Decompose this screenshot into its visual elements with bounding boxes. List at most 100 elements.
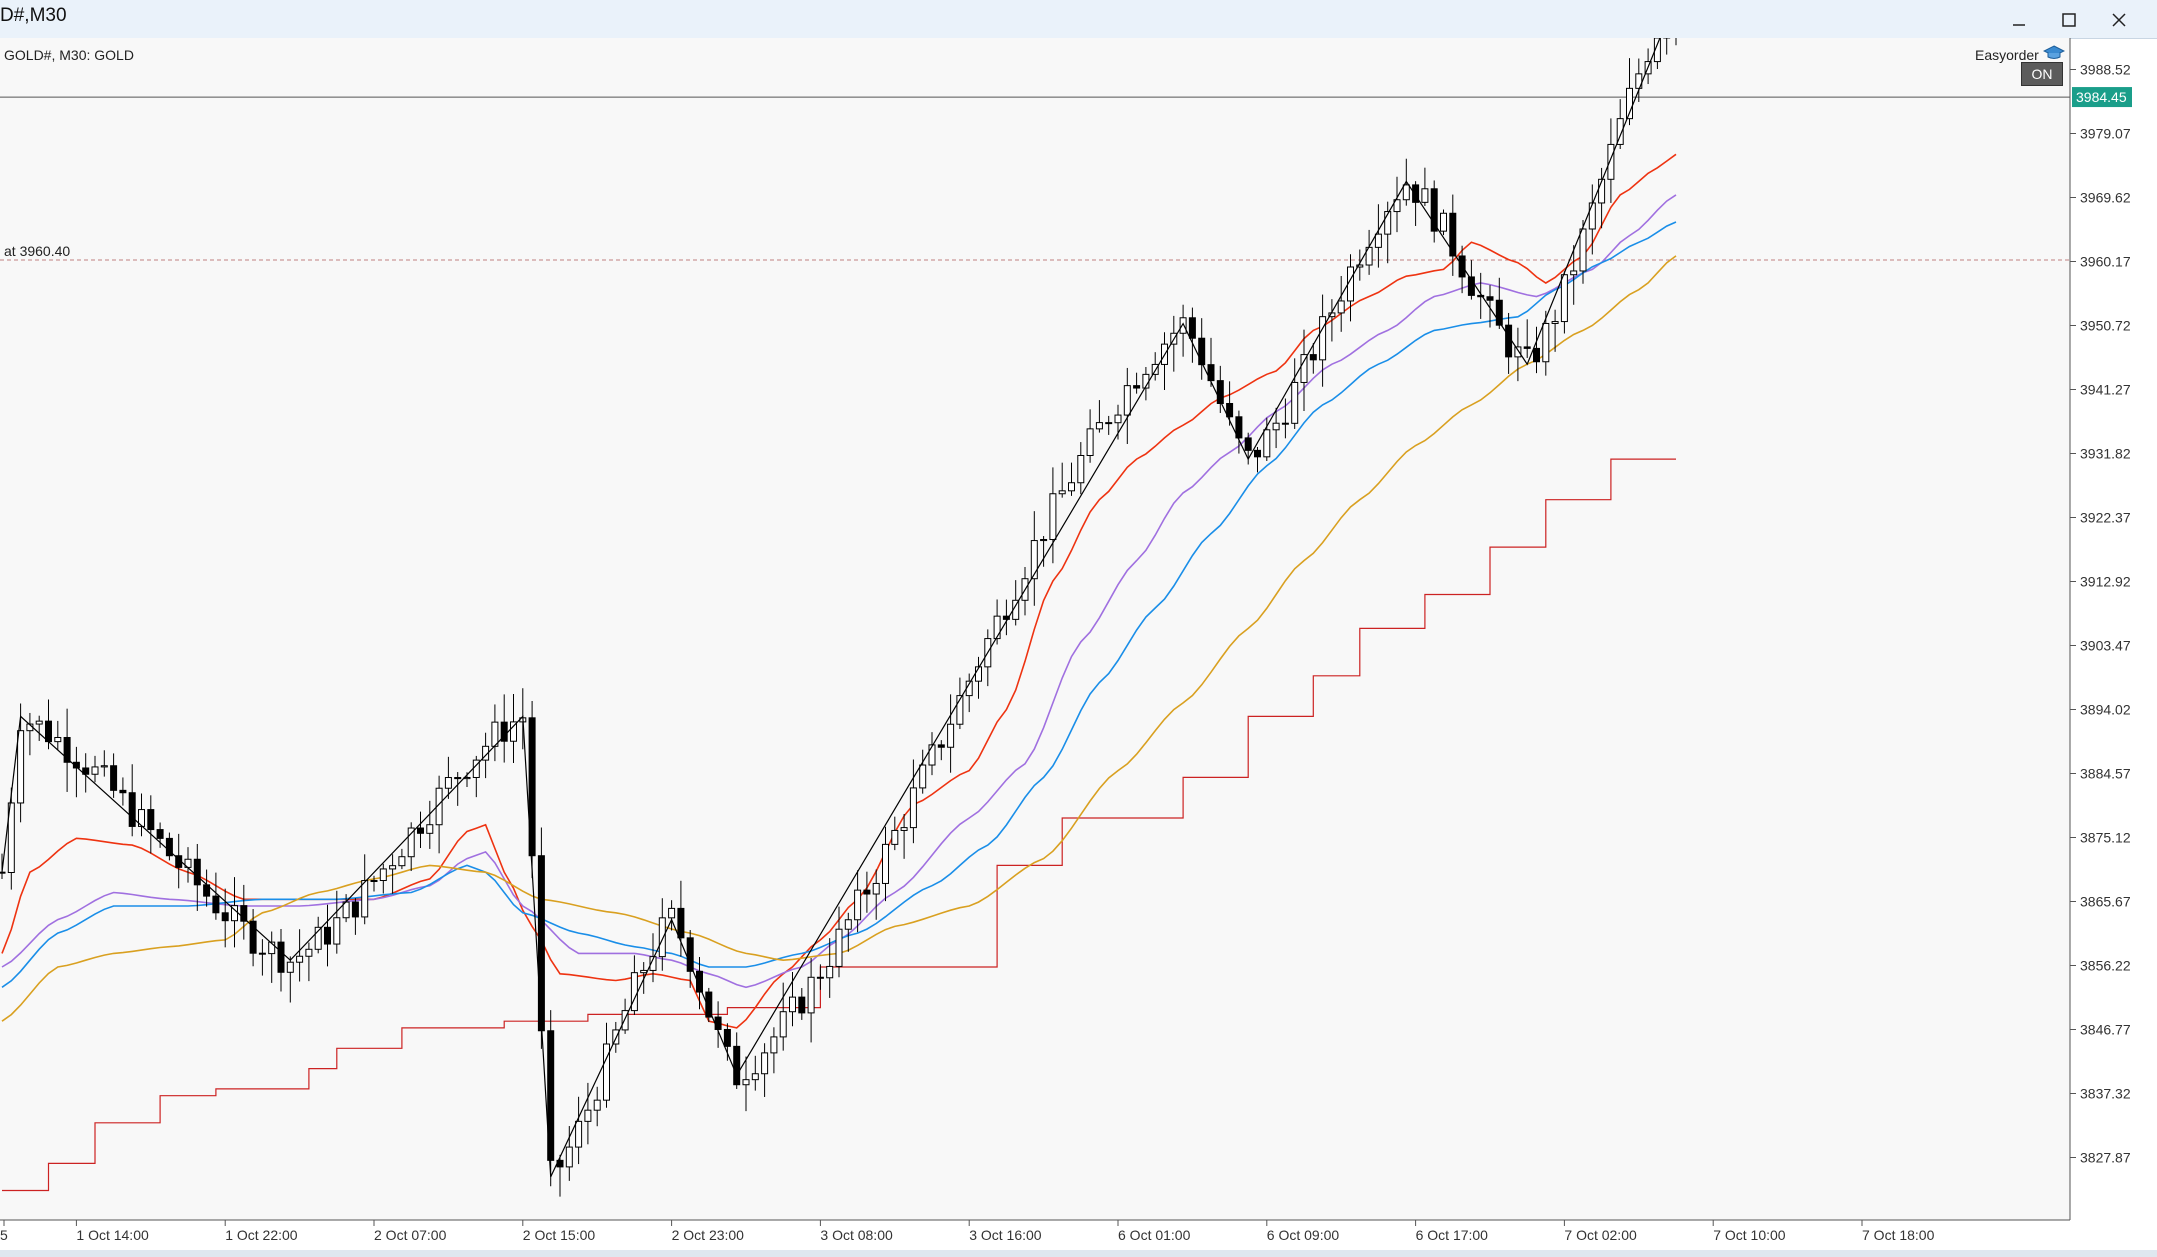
- x-tick-label: 2 Oct 23:00: [672, 1227, 745, 1243]
- candle-body: [537, 855, 545, 1032]
- candle-body: [826, 965, 834, 979]
- x-tick-label: 5: [0, 1227, 8, 1243]
- bottom-scroll-strip[interactable]: [0, 1250, 2157, 1257]
- candle-body: [844, 919, 852, 930]
- y-tick-label: 3950.72: [2080, 318, 2131, 334]
- candle-body: [407, 827, 415, 858]
- candle-body: [1551, 321, 1559, 324]
- candle-body: [816, 976, 824, 979]
- candle-body: [1077, 454, 1085, 484]
- candle-body: [1179, 317, 1187, 334]
- y-tick-label: 3979.07: [2080, 126, 2131, 142]
- candle-body: [1040, 539, 1048, 542]
- candle-body: [45, 720, 52, 743]
- candle-body: [1486, 296, 1494, 301]
- y-tick-label: 3865.67: [2080, 894, 2131, 910]
- step-indicator-line: [2, 458, 1676, 1192]
- price-chart[interactable]: at 3960.40 3988.52 3979.07 3969.62 3960.17 3…: [0, 38, 2157, 1250]
- candle-body: [1319, 316, 1327, 361]
- candle-body: [909, 787, 917, 829]
- x-tick-label: 7 Oct 18:00: [1862, 1227, 1935, 1243]
- x-tick-label: 6 Oct 09:00: [1267, 1227, 1340, 1243]
- expert-advisor-name: Easyorder: [1975, 47, 2039, 63]
- candle-body: [1272, 422, 1280, 431]
- close-icon[interactable]: [2096, 6, 2142, 34]
- candle-body: [807, 976, 815, 1014]
- expert-advisor-toggle[interactable]: ON: [2021, 62, 2063, 86]
- x-tick-label: 1 Oct 22:00: [225, 1227, 298, 1243]
- candle-body: [1068, 482, 1075, 492]
- candle-body: [630, 972, 638, 1012]
- candle-body: [1421, 188, 1429, 203]
- candle-body: [1095, 422, 1103, 430]
- candle-body: [110, 765, 118, 791]
- candle-body: [854, 889, 862, 921]
- x-tick-label: 6 Oct 01:00: [1118, 1227, 1191, 1243]
- candle-body: [398, 856, 406, 867]
- ma-purple-line: [1, 194, 1677, 989]
- y-tick-label: 3969.62: [2080, 190, 2131, 206]
- candle-body: [1281, 422, 1289, 425]
- candle-body: [193, 858, 201, 886]
- candle-body: [919, 764, 927, 789]
- candle-body: [733, 1045, 741, 1086]
- ma-fast-line: [1, 153, 1677, 1029]
- y-tick-label: 3922.37: [2080, 510, 2131, 526]
- candle-body: [444, 777, 452, 789]
- window-title: D#,M30: [0, 5, 67, 26]
- maximize-icon[interactable]: [2046, 6, 2092, 34]
- candle-body: [686, 937, 694, 972]
- minimize-icon[interactable]: [1996, 6, 2042, 34]
- graduation-cap-icon: [2043, 45, 2065, 59]
- candle-body: [993, 615, 1001, 640]
- candle-body: [1300, 354, 1308, 383]
- candle-body: [119, 789, 127, 794]
- candle-body: [351, 901, 359, 918]
- candle-body: [1588, 202, 1596, 230]
- candle-body: [1198, 337, 1206, 366]
- symbol-label: GOLD#, M30: GOLD: [4, 47, 134, 63]
- candle-body: [0, 871, 6, 874]
- candle-body: [1058, 490, 1066, 495]
- candle-body: [928, 744, 936, 766]
- y-tick-label: 3894.02: [2080, 702, 2131, 718]
- candle-body: [286, 961, 294, 973]
- candle-body: [761, 1052, 769, 1075]
- candle-body: [1105, 422, 1113, 425]
- candle-body: [900, 827, 908, 831]
- candle-body: [1123, 385, 1131, 416]
- candle-body: [584, 1109, 592, 1122]
- candle-body: [1254, 449, 1261, 458]
- candle-body: [35, 720, 43, 725]
- y-tick-label: 3912.92: [2080, 574, 2131, 590]
- candle-body: [1542, 322, 1550, 363]
- candle-body: [1049, 493, 1057, 541]
- candle-body: [751, 1073, 759, 1081]
- candle-body: [575, 1120, 583, 1148]
- candle-body: [333, 917, 341, 945]
- y-tick-label: 3931.82: [2080, 446, 2131, 462]
- candle-body: [324, 926, 331, 945]
- candle-body: [454, 777, 462, 780]
- candle-body: [1309, 354, 1317, 361]
- candle-body: [370, 880, 378, 883]
- candle-body: [305, 948, 313, 957]
- candle-body: [1607, 143, 1615, 180]
- candle-body: [1514, 346, 1522, 358]
- candle-body: [779, 1011, 787, 1038]
- x-tick-label: 2 Oct 07:00: [374, 1227, 447, 1243]
- candle-body: [212, 895, 220, 914]
- candle-body: [1412, 184, 1420, 203]
- current-price-label: 3984.45: [2076, 89, 2127, 105]
- candle-body: [863, 889, 871, 895]
- candle-body: [1337, 300, 1345, 314]
- candle-body: [147, 809, 155, 831]
- candle-body: [1560, 274, 1568, 323]
- candle-body: [1579, 228, 1587, 272]
- candle-body: [1133, 385, 1141, 389]
- candle-body: [937, 744, 945, 748]
- y-tick-label: 3903.47: [2080, 638, 2131, 654]
- alert-price-label: at 3960.40: [4, 243, 70, 259]
- candle-body: [1440, 212, 1447, 232]
- title-bar: D#,M30: [0, 0, 2157, 39]
